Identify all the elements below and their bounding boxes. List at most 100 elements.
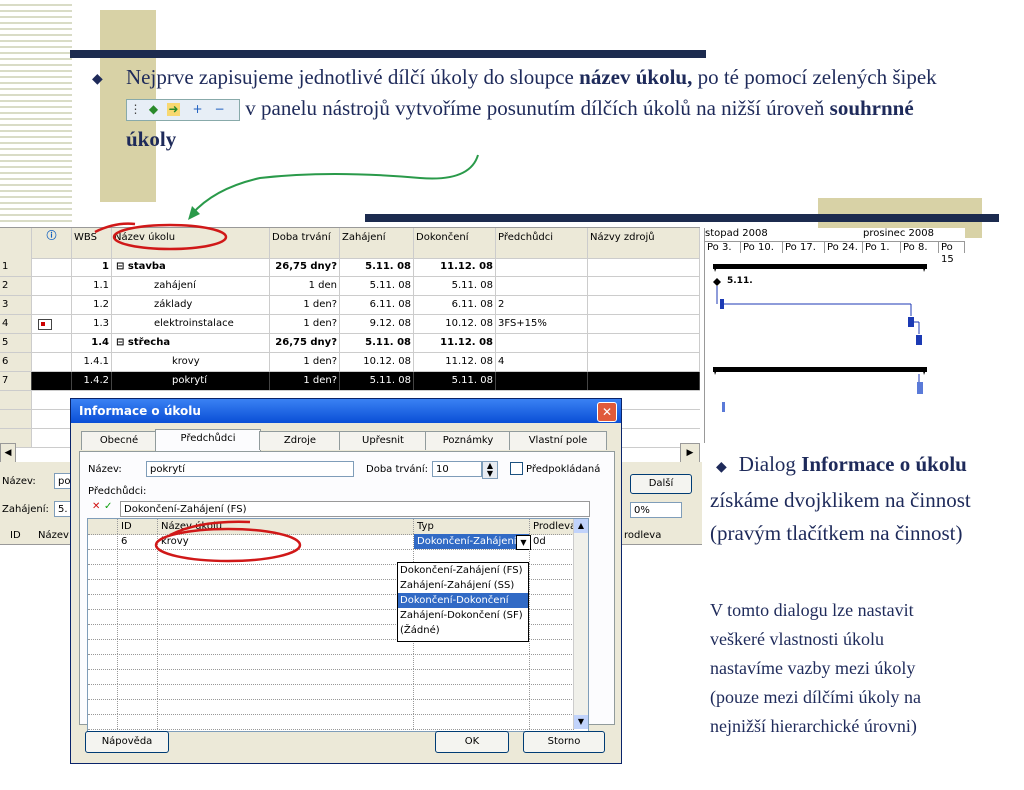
cell-n: 6 [0,353,32,371]
cell-finish: 11.12. 08 [414,334,496,352]
duration-spinner[interactable]: ▲ ▼ [482,461,498,479]
task-form-background: Název: po Zahájení: 5. ID Název [0,462,84,790]
tab-general[interactable]: Obecné [81,431,157,450]
bullet2-bold: Informace o úkolu [801,452,967,476]
slide-title-rule [70,50,706,58]
dialog-name-input[interactable]: pokrytí [146,461,354,477]
cell-dur: 1 den [270,277,340,295]
col-predecessors[interactable]: Předchůdci [496,228,588,258]
grid-col-type: Typ [414,519,530,534]
edit-value-input[interactable]: Dokončení-Zahájení (FS) [120,501,590,517]
col-finish[interactable]: Dokončení [414,228,496,258]
dropdown-option-sf[interactable]: Zahájení-Dokončení (SF) [398,608,528,623]
outdent-arrow-icon: ◆ [148,102,159,117]
chevron-down-icon[interactable]: ▼ [516,535,531,550]
note-line: veškeré vlastnosti úkolu [710,629,884,649]
table-row[interactable]: 6 1.4.1 krovy 1 den? 10.12. 08 11.12. 08 4 [0,353,700,372]
cell-name: zahájení [112,277,270,295]
bullet2-text: Dialog [738,452,802,476]
ok-button[interactable]: OK [435,731,509,753]
gantt-week-label: Po 17. [783,241,825,253]
col-start[interactable]: Zahájení [340,228,414,258]
gantt-milestone [713,278,721,286]
dialog-title: Informace o úkolu [71,399,621,423]
cell-name: krovy [112,353,270,371]
table-row[interactable] [88,714,574,730]
type-dropdown-list: Dokončení-Zahájení (FS) Zahájení-Zahájen… [397,562,529,642]
table-row[interactable]: 1 1 ⊟ stavba 26,75 dny? 5.11. 08 11.12. 08 [0,258,700,277]
gantt-month-1: stopad 2008 [705,228,768,239]
col-duration[interactable]: Doba trvání [270,228,340,258]
table-row[interactable]: 2 1.1 zahájení 1 den 5.11. 08 5.11. 08 [0,277,700,296]
gantt-week-label: Po 24. [825,241,863,253]
scroll-down-icon: ▼ [574,715,588,729]
cell-wbs: 1.3 [72,315,112,333]
tab-notes[interactable]: Poznámky [425,431,511,450]
tab-resources[interactable]: Zdroje [259,431,341,450]
form-name-label: Název: [2,476,36,487]
bullet1-text: Nejprve zapisujeme jednotlivé dílčí úkol… [126,65,580,89]
col-name[interactable]: Název úkolu [112,228,270,258]
task-info-dialog: Informace o úkolu ✕ Obecné Předchůdci Zd… [70,398,622,764]
tab-custom-fields[interactable]: Vlastní pole [509,431,607,450]
cell-pred: 3FS+15% [496,315,588,333]
cell-start: 5.11. 08 [340,334,414,352]
dropdown-option-ff[interactable]: Dokončení-Dokončení (FF) [398,593,528,621]
tab-advanced[interactable]: Upřesnit [339,431,427,450]
cell-pred [496,334,588,352]
table-row[interactable]: 4 1.3 elektroinstalace 1 den? 9.12. 08 10.12.… [0,315,700,334]
grip-icon: ⋮ [129,102,142,117]
cell-finish: 11.12. 08 [414,258,496,276]
cell-finish: 5.11. 08 [414,277,496,295]
grid-row-lag[interactable]: 0d [530,534,574,549]
bullet-dialog-description: ◆ Dialog Informace o úkolu získáme dvojkl… [710,448,1024,550]
close-icon[interactable]: ✕ [597,402,617,422]
dropdown-option-fs[interactable]: Dokončení-Zahájení (FS) [398,563,528,578]
gantt-task-bar [720,299,724,309]
table-row[interactable]: 3 1.2 základy 1 den? 6.11. 08 6.11. 08 2 [0,296,700,315]
cancel-button[interactable]: Storno [523,731,605,753]
dropdown-option-ss[interactable]: Zahájení-Zahájení (SS) [398,578,528,593]
table-row[interactable] [88,684,574,700]
note-line: (pouze mezi dílčími úkoly na [710,687,921,707]
cell-dur: 1 den? [270,296,340,314]
cancel-edit-icon[interactable]: ✕ [92,501,100,512]
tab-predecessors[interactable]: Předchůdci [155,429,261,452]
next-button[interactable]: Další [630,474,692,494]
table-row[interactable] [88,669,574,685]
info-icon: ⓘ [32,228,72,258]
note-icon [32,315,72,333]
table-row[interactable]: 5 1.4 ⊟ střecha 26,75 dny? 5.11. 08 11.12. 08 [0,334,700,353]
note-line: nastavíme vazby mezi úkoly [710,658,916,678]
duration-label: Doba trvání: [366,464,429,475]
cell-wbs: 1.4.1 [72,353,112,371]
cell-start: 5.11. 08 [340,277,414,295]
col-wbs[interactable]: WBS [72,228,112,258]
dropdown-option-none[interactable]: (Žádné) [398,623,528,638]
col-resources[interactable]: Názvy zdrojů [588,228,700,258]
grid-header: ID Název úkolu Typ Prodleva [88,519,576,535]
outline-toolbar-icon: ⋮ ◆ ➜ + − [126,99,240,122]
cell-dur: 1 den? [270,353,340,371]
cell-name: ⊟ střecha [112,334,270,352]
scroll-right-arrow-icon[interactable]: ▶ [680,443,700,463]
help-button[interactable]: Nápověda [85,731,169,753]
accept-edit-icon[interactable]: ✓ [104,501,112,512]
scroll-left-arrow-icon[interactable]: ◀ [0,443,16,463]
cell-name: pokrytí [112,372,270,390]
cell-start: 9.12. 08 [340,315,414,333]
table-row[interactable]: 6 krovy Dokončení-Zahájení ▼ 0d [88,534,574,550]
table-row[interactable]: 7 1.4.2 pokrytí 1 den? 5.11. 08 5.11. 08 [0,372,700,391]
cell-finish: 11.12. 08 [414,353,496,371]
table-row[interactable] [88,654,574,670]
duration-input[interactable]: 10 [432,461,482,477]
cell-dur: 1 den? [270,372,340,390]
gantt-milestone-label: 5.11. [727,276,753,286]
grid-scrollbar[interactable]: ▲ ▼ [573,519,588,729]
estimated-checkbox[interactable] [510,462,523,475]
type-select[interactable]: Dokončení-Zahájení [414,534,530,549]
table-row[interactable] [88,699,574,715]
bullet2-text-2: získáme dvojklikem na činnost (pravým tl… [710,488,971,545]
cell-wbs: 1.4 [72,334,112,352]
percent-input[interactable]: 0% [630,502,682,518]
